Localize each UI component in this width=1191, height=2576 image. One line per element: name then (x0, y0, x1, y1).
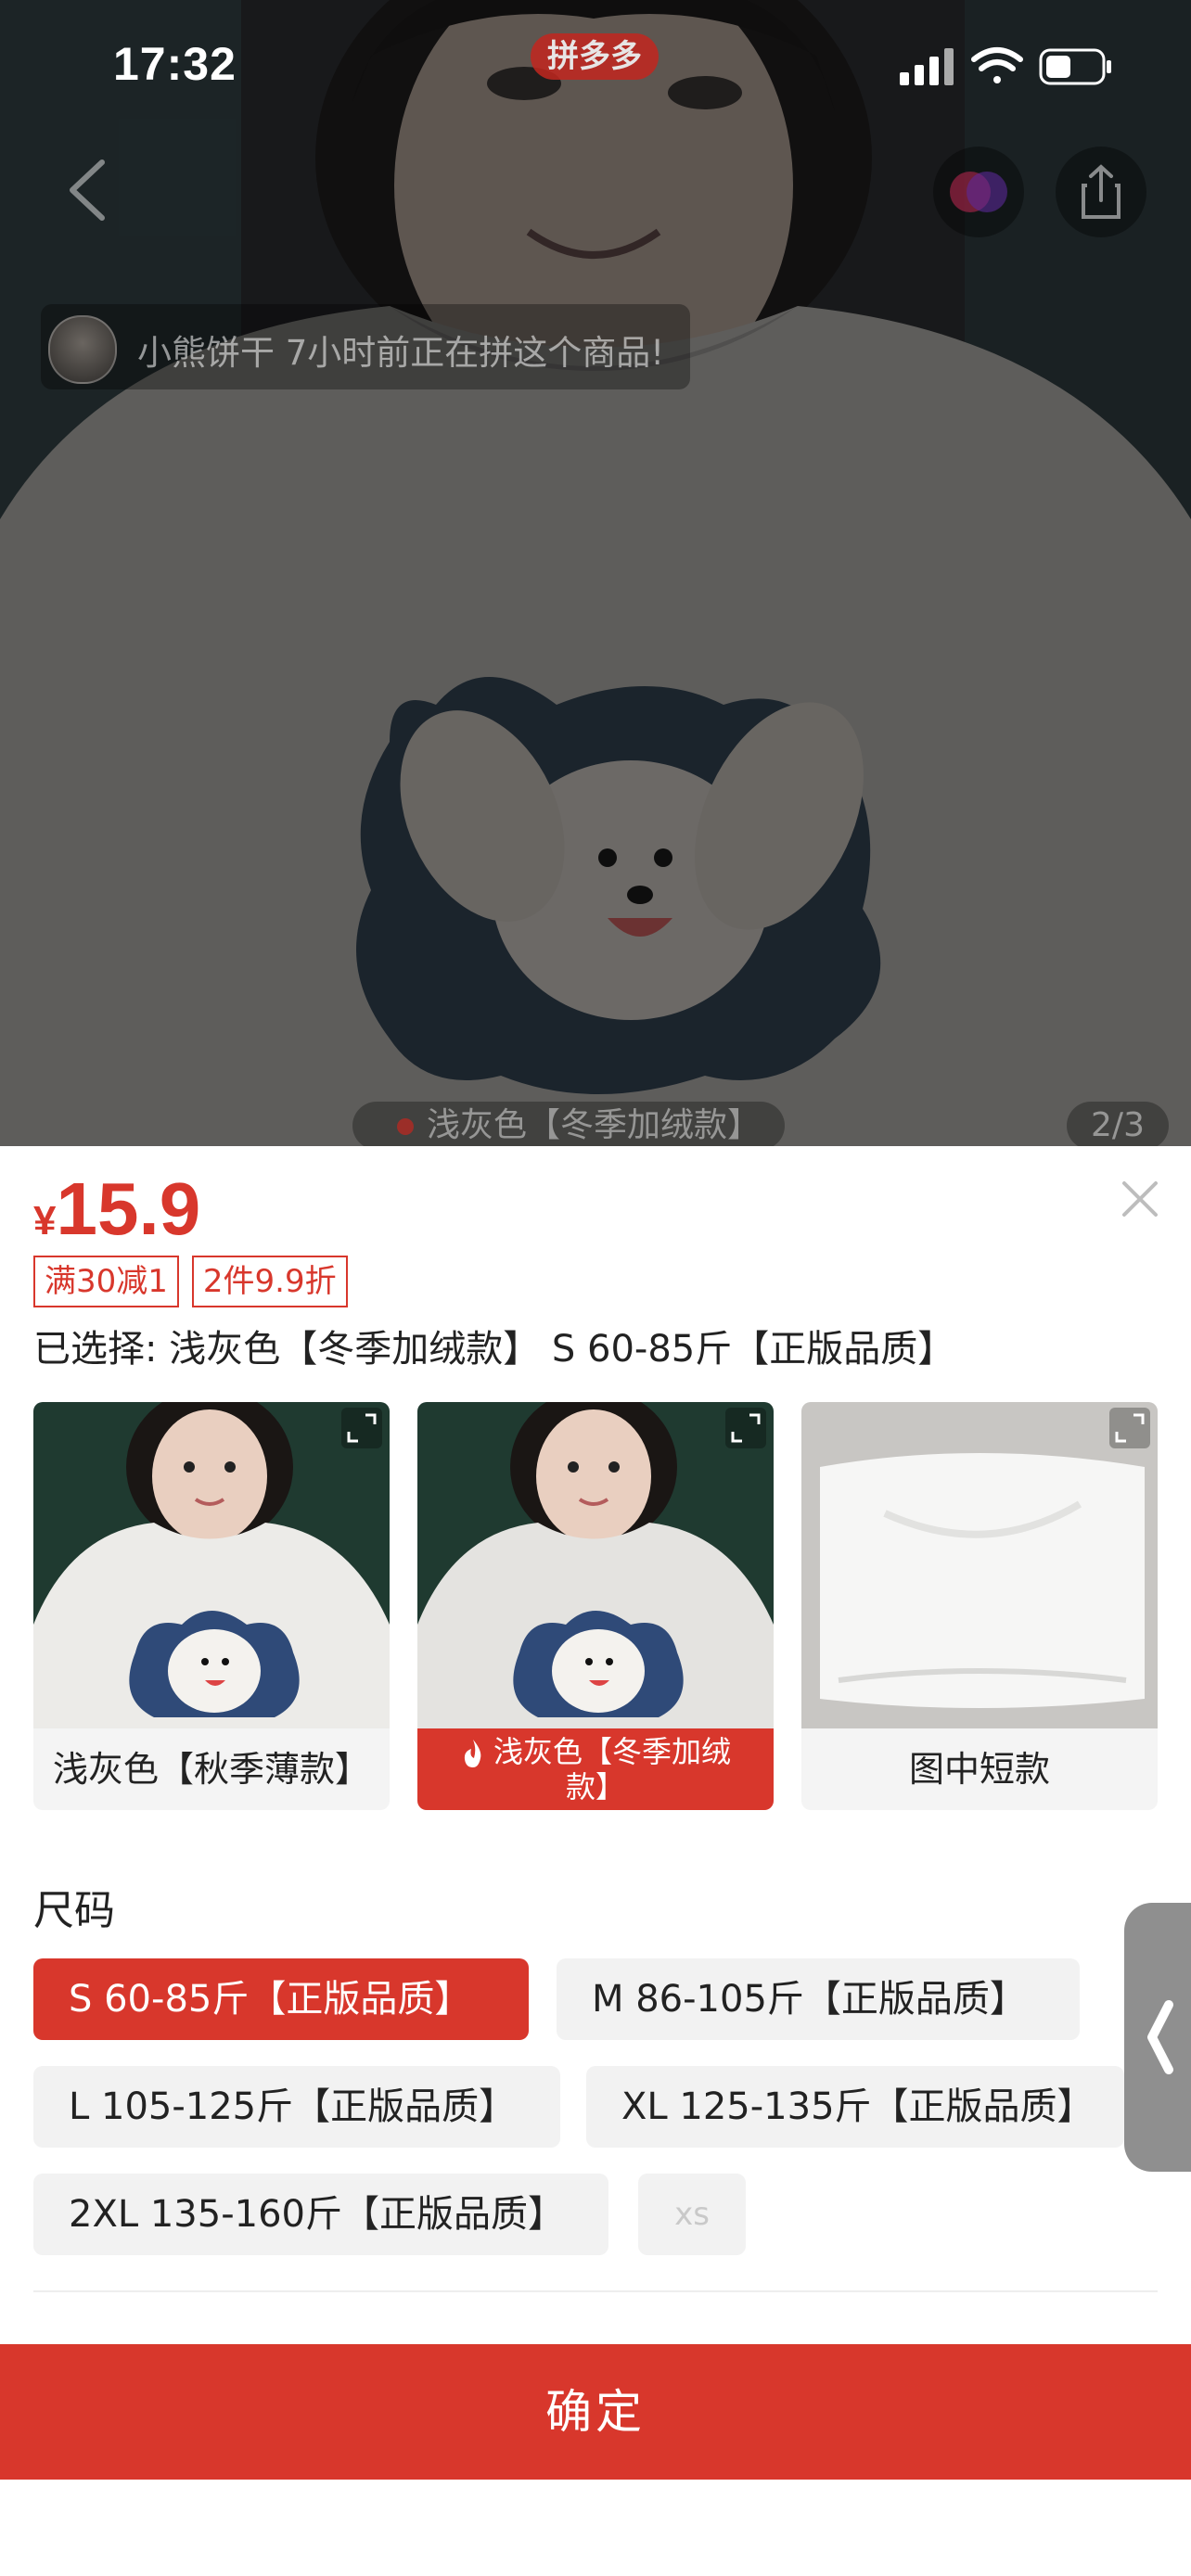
color-option-light-gray-winter[interactable]: 浅灰色【冬季加绒款】 (417, 1402, 774, 1810)
image-caption: 浅灰色【冬季加绒款】 (352, 1102, 786, 1146)
expand-icon[interactable] (341, 1408, 382, 1448)
merge-button[interactable] (933, 147, 1024, 237)
promo-badge: 2件9.9折 (191, 1256, 348, 1307)
option-label: 图中短款 (908, 1749, 1050, 1790)
battery-icon (1039, 48, 1111, 85)
image-counter: 2/3 (1067, 1102, 1169, 1146)
size-section-title: 尺码 (33, 1887, 115, 1934)
status-bar: 17:32 拼多多 (0, 0, 1191, 139)
promo-badges: 满30减1 2件9.9折 (33, 1256, 348, 1307)
size-chip-m[interactable]: M 86-105斤【正版品质】 (557, 1958, 1080, 2040)
status-icons (900, 47, 1111, 85)
close-icon[interactable] (1117, 1176, 1163, 1222)
size-chip-xs: xs (638, 2174, 746, 2255)
wifi-icon (971, 47, 1023, 83)
color-option-short[interactable]: 图中短款 (801, 1402, 1158, 1810)
selected-summary: 已选择: 浅灰色【冬季加绒款】 S 60-85斤【正版品质】 (33, 1328, 955, 1371)
avatar (48, 315, 117, 384)
option-thumbnail (33, 1402, 390, 1728)
divider (33, 2290, 1158, 2292)
notice-text: 小熊饼干 7小时前正在拼这个商品! (137, 333, 665, 373)
status-time: 17:32 (113, 38, 237, 90)
option-label: 浅灰色【冬季加绒款】 (493, 1734, 731, 1804)
price: ¥15.9 (33, 1167, 200, 1252)
group-buy-notice: 小熊饼干 7小时前正在拼这个商品! (41, 304, 690, 389)
expand-icon[interactable] (725, 1408, 766, 1448)
side-collapse-tab[interactable] (1124, 1903, 1191, 2172)
option-label: 浅灰色【秋季薄款】 (52, 1749, 370, 1790)
price-value: 15.9 (56, 1167, 201, 1250)
confirm-button[interactable]: 确定 (0, 2344, 1191, 2480)
flame-icon (464, 1740, 481, 1767)
chevron-left-icon (1147, 2000, 1173, 2074)
currency-symbol: ¥ (33, 1198, 57, 1243)
share-icon (1082, 164, 1121, 219)
size-chip-s[interactable]: S 60-85斤【正版品质】 (33, 1958, 529, 2040)
option-label-selected: 浅灰色【冬季加绒款】 (417, 1728, 774, 1810)
promo-badge: 满30减1 (33, 1256, 179, 1307)
expand-icon[interactable] (1109, 1408, 1150, 1448)
size-chip-2xl[interactable]: 2XL 135-160斤【正版品质】 (33, 2174, 608, 2255)
back-arrow-icon[interactable] (56, 148, 121, 232)
color-option-light-gray-autumn[interactable]: 浅灰色【秋季薄款】 (33, 1402, 390, 1810)
app-pill: 拼多多 (531, 33, 659, 80)
caption-dot (397, 1118, 414, 1135)
size-chip-xl[interactable]: XL 125-135斤【正版品质】 (586, 2066, 1124, 2148)
signal-icon (900, 48, 954, 85)
share-button[interactable] (1056, 147, 1146, 237)
merge-icon (950, 172, 1007, 212)
product-image[interactable]: 17:32 拼多多 小熊饼干 7小时前正在拼这个商品! 浅灰色【冬季加绒款】 2… (0, 0, 1191, 1146)
option-thumbnail (417, 1402, 774, 1728)
option-thumbnail (801, 1402, 1158, 1728)
size-chip-l[interactable]: L 105-125斤【正版品质】 (33, 2066, 560, 2148)
